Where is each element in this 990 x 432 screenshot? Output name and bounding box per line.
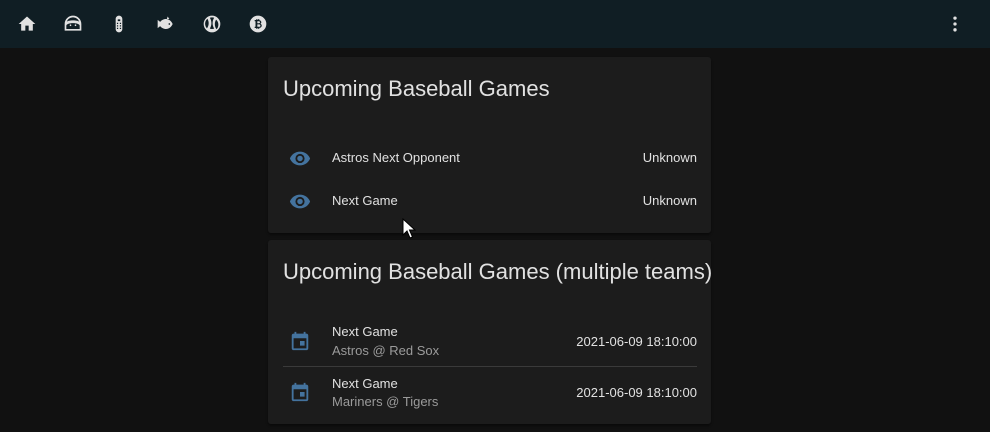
eye-icon	[288, 146, 312, 170]
eye-icon	[288, 189, 312, 213]
entity-name: Next Game	[332, 193, 398, 208]
entity-name: Next Game	[332, 376, 398, 391]
fish-icon[interactable]	[154, 12, 178, 36]
card-title: Upcoming Baseball Games	[283, 76, 550, 101]
entity-secondary: Mariners @ Tigers	[332, 394, 439, 409]
entity-row[interactable]: Next Game Mariners @ Tigers 2021-06-09 1…	[283, 372, 697, 412]
baseball-icon[interactable]	[200, 12, 224, 36]
entity-state: 2021-06-09 18:10:00	[576, 334, 697, 349]
entity-row[interactable]: Astros Next Opponent Unknown	[283, 138, 697, 178]
bitcoin-icon[interactable]	[246, 12, 270, 36]
face-icon[interactable]	[61, 12, 85, 36]
entity-state: 2021-06-09 18:10:00	[576, 385, 697, 400]
entity-secondary: Astros @ Red Sox	[332, 343, 440, 358]
entity-row[interactable]: Next Game Astros @ Red Sox 2021-06-09 18…	[283, 321, 697, 361]
calendar-icon	[288, 329, 312, 353]
card-title: Upcoming Baseball Games (multiple teams)	[283, 259, 713, 284]
row-divider	[283, 366, 697, 367]
entity-name: Astros Next Opponent	[332, 150, 460, 165]
calendar-icon	[288, 380, 312, 404]
entity-row[interactable]: Next Game Unknown	[283, 181, 697, 221]
entity-state: Unknown	[642, 150, 697, 165]
mouse-cursor-icon	[402, 217, 417, 240]
top-toolbar	[0, 0, 990, 48]
dots-vertical-icon[interactable]	[943, 12, 967, 36]
entity-state: Unknown	[642, 193, 697, 208]
remote-icon[interactable]	[107, 12, 131, 36]
entity-name: Next Game	[332, 324, 398, 339]
home-icon[interactable]	[15, 12, 39, 36]
